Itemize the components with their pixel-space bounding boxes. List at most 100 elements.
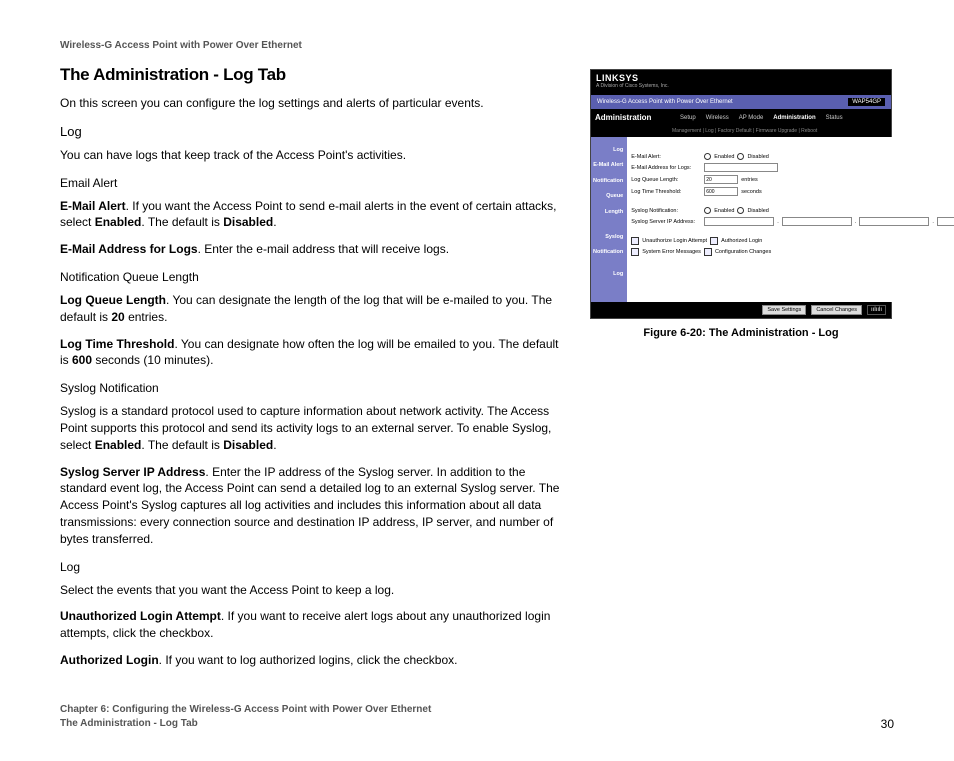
label-enabled: Enabled — [95, 438, 142, 452]
al-p: Authorized Login. If you want to log aut… — [60, 652, 560, 669]
lbl-qlen: Log Queue Length: — [631, 177, 701, 183]
input-ip2[interactable] — [782, 217, 852, 226]
side-nq: Notification Queue Length — [593, 174, 623, 220]
checkbox-cc[interactable] — [704, 248, 712, 256]
text-column: The Administration - Log Tab On this scr… — [60, 65, 560, 679]
input-ip4[interactable] — [937, 217, 954, 226]
page-title: The Administration - Log Tab — [60, 65, 560, 85]
main-content: The Administration - Log Tab On this scr… — [60, 65, 894, 679]
radio-syslog-disabled[interactable] — [737, 207, 744, 214]
input-thr[interactable] — [704, 187, 738, 196]
side-email: E-Mail Alert — [593, 158, 623, 173]
label-enabled: Enabled — [95, 215, 142, 229]
radio-enabled[interactable] — [704, 153, 711, 160]
row-qlen: Log Queue Length: entries — [631, 175, 954, 184]
shot-subnav: Management | Log | Factory Default | Fir… — [591, 126, 891, 137]
opt-disabled: Disabled — [747, 154, 768, 160]
log2-desc: Select the events that you want the Acce… — [60, 582, 560, 599]
shot-footer: Save Settings Cancel Changes ıılıılı — [591, 302, 891, 318]
banner-title: Wireless-G Access Point with Power Over … — [597, 99, 733, 105]
tab-wireless[interactable]: Wireless — [706, 115, 729, 121]
shot-header: LINKSYS A Division of Cisco Systems, Inc… — [591, 70, 891, 95]
row-email-alert: E-Mail Alert: Enabled Disabled — [631, 153, 954, 160]
side-labels: Log E-Mail Alert Notification Queue Leng… — [591, 137, 627, 302]
lbl-sysip: Syslog Server IP Address: — [631, 219, 701, 225]
running-header: Wireless-G Access Point with Power Over … — [60, 40, 894, 51]
brand-logo: LINKSYS — [596, 73, 886, 83]
t: . The default is — [141, 215, 223, 229]
heading-syslog: Syslog Notification — [60, 381, 560, 395]
side-syslog: Syslog Notification — [593, 230, 623, 261]
label-authorized-login: Authorized Login — [60, 653, 159, 667]
cancel-button[interactable]: Cancel Changes — [811, 305, 862, 315]
t: . — [273, 215, 276, 229]
intro-text: On this screen you can configure the log… — [60, 95, 560, 112]
page-number: 30 — [881, 717, 894, 731]
footer-chapter: Chapter 6: Configuring the Wireless-G Ac… — [60, 703, 431, 717]
input-ip3[interactable] — [859, 217, 929, 226]
label-disabled: Disabled — [223, 215, 273, 229]
figure-column: LINKSYS A Division of Cisco Systems, Inc… — [590, 65, 892, 679]
heading-email-alert: Email Alert — [60, 176, 560, 190]
cb-sem-label: System Error Messages — [642, 249, 701, 255]
nq-p2: Log Time Threshold. You can designate ho… — [60, 336, 560, 370]
opt-disabled2: Disabled — [747, 208, 768, 214]
row-thr: Log Time Threshold: seconds — [631, 187, 954, 196]
opt-enabled: Enabled — [714, 154, 734, 160]
heading-log-2: Log — [60, 560, 560, 574]
label-unauthorized-login: Unauthorized Login Attempt — [60, 609, 221, 623]
value-600: 600 — [72, 353, 92, 367]
lbl-syslog: Syslog Notification: — [631, 208, 701, 214]
row-cb2: System Error Messages Configuration Chan… — [631, 248, 954, 256]
page-footer: Chapter 6: Configuring the Wireless-G Ac… — [60, 703, 894, 731]
syslog-p1: Syslog is a standard protocol used to ca… — [60, 403, 560, 453]
input-ip1[interactable] — [704, 217, 774, 226]
radio-disabled[interactable] — [737, 153, 744, 160]
cb-cc-label: Configuration Changes — [715, 249, 771, 255]
cb-ula-label: Unauthorize Login Attempt — [642, 238, 707, 244]
heading-notification-queue: Notification Queue Length — [60, 270, 560, 284]
checkbox-sem[interactable] — [631, 248, 639, 256]
figure-caption: Figure 6-20: The Administration - Log — [590, 327, 892, 339]
footer-left: Chapter 6: Configuring the Wireless-G Ac… — [60, 703, 431, 731]
tab-apmode[interactable]: AP Mode — [739, 115, 764, 121]
nav-tabs: Setup Wireless AP Mode Administration St… — [674, 109, 891, 126]
input-email-addr[interactable] — [704, 163, 778, 172]
footer-section: The Administration - Log Tab — [60, 717, 431, 731]
nq-p1: Log Queue Length. You can designate the … — [60, 292, 560, 326]
ula-p: Unauthorized Login Attempt. If you want … — [60, 608, 560, 642]
label-syslog-ip: Syslog Server IP Address — [60, 465, 205, 479]
label-disabled: Disabled — [223, 438, 273, 452]
tab-administration[interactable]: Administration — [773, 115, 815, 121]
input-qlen[interactable] — [704, 175, 738, 184]
tab-setup[interactable]: Setup — [680, 115, 696, 121]
checkbox-ula[interactable] — [631, 237, 639, 245]
unit-seconds: seconds — [741, 189, 762, 195]
row-email-addr: E-Mail Address for Logs: — [631, 163, 954, 172]
log-desc: You can have logs that keep track of the… — [60, 147, 560, 164]
cb-al-label: Authorized Login — [721, 238, 762, 244]
tab-status[interactable]: Status — [826, 115, 843, 121]
brand-subtitle: A Division of Cisco Systems, Inc. — [596, 83, 886, 89]
row-sysip: Syslog Server IP Address: ... — [631, 217, 954, 226]
label-email-address: E-Mail Address for Logs — [60, 242, 198, 256]
opt-enabled2: Enabled — [714, 208, 734, 214]
syslog-p2: Syslog Server IP Address. Enter the IP a… — [60, 464, 560, 548]
row-syslog: Syslog Notification: Enabled Disabled — [631, 207, 954, 214]
shot-banner: Wireless-G Access Point with Power Over … — [591, 95, 891, 109]
label-log-time-threshold: Log Time Threshold — [60, 337, 174, 351]
side-log2: Log — [593, 267, 623, 282]
row-cb1: Unauthorize Login Attempt Authorized Log… — [631, 237, 954, 245]
lbl-email-addr: E-Mail Address for Logs: — [631, 165, 701, 171]
email-alert-p2: E-Mail Address for Logs. Enter the e-mai… — [60, 241, 560, 258]
lbl-thr: Log Time Threshold: — [631, 189, 701, 195]
t: seconds (10 minutes). — [92, 353, 213, 367]
t: . Enter the e-mail address that will rec… — [198, 242, 449, 256]
checkbox-al[interactable] — [710, 237, 718, 245]
label-log-queue-length: Log Queue Length — [60, 293, 166, 307]
radio-syslog-enabled[interactable] — [704, 207, 711, 214]
model-badge: WAP54GP — [848, 98, 885, 106]
save-button[interactable]: Save Settings — [762, 305, 806, 315]
lbl-email-alert: E-Mail Alert: — [631, 154, 701, 160]
cisco-logo: ıılıılı — [867, 305, 886, 315]
